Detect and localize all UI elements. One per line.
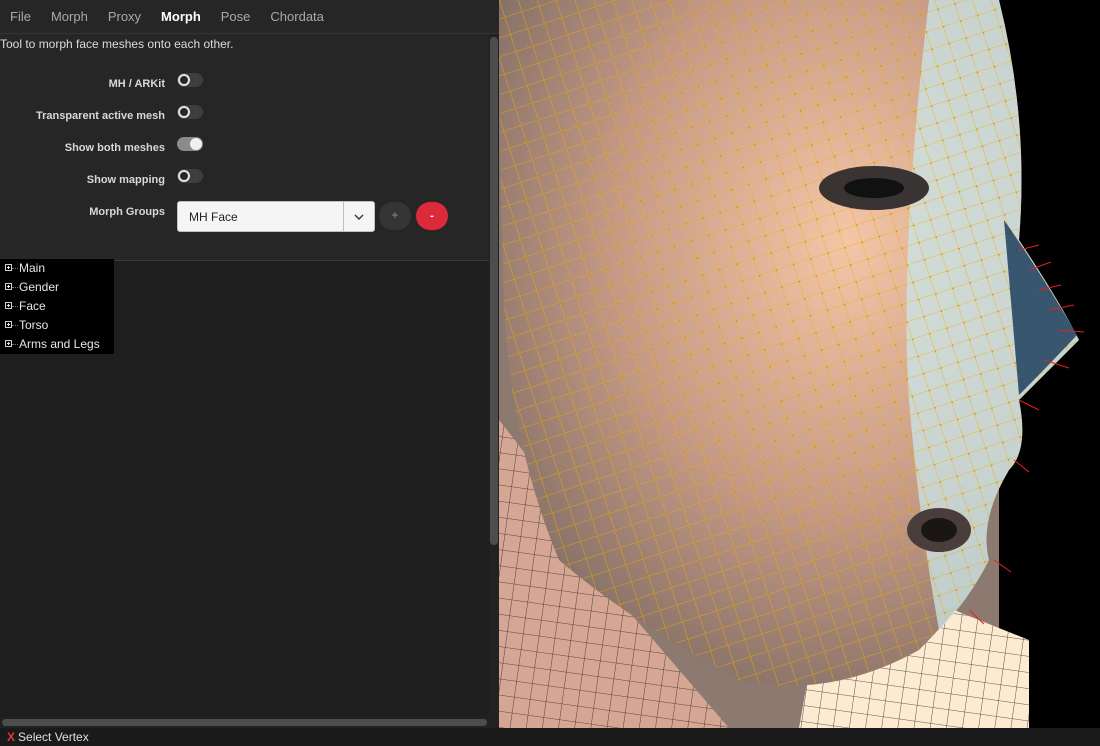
menu-proxy[interactable]: Proxy <box>98 9 151 24</box>
toggle-show-mapping[interactable] <box>177 169 203 183</box>
menu-chordata[interactable]: Chordata <box>260 9 333 24</box>
menu-bar: File Morph Proxy Morph Pose Chordata <box>0 0 499 34</box>
morph-groups-dropdown[interactable]: MH Face <box>177 201 375 232</box>
horizontal-scrollbar[interactable] <box>0 717 489 728</box>
expand-icon[interactable] <box>5 283 12 290</box>
remove-morph-group-button[interactable]: - <box>416 202 448 230</box>
left-pane: Tool to morph face meshes onto each othe… <box>0 34 499 728</box>
menu-pose[interactable]: Pose <box>211 9 261 24</box>
expand-icon[interactable] <box>5 340 12 347</box>
chevron-down-icon <box>354 214 364 220</box>
tree-connector <box>12 268 18 269</box>
dropdown-separator <box>343 202 344 231</box>
add-morph-group-button[interactable]: + <box>379 202 411 230</box>
settings-panel: Tool to morph face meshes onto each othe… <box>0 34 489 261</box>
vertical-scroll-thumb[interactable] <box>490 37 498 545</box>
tree-item-gender[interactable]: Gender <box>0 278 114 297</box>
menu-morph-active[interactable]: Morph <box>151 9 211 24</box>
menu-morph[interactable]: Morph <box>41 9 98 24</box>
x-mark-icon: X <box>7 730 16 744</box>
status-text: Select Vertex <box>18 730 89 744</box>
tree-item-label: Torso <box>19 318 49 332</box>
tree-item-label: Main <box>19 261 46 275</box>
toggle-knob <box>178 170 190 182</box>
expand-icon[interactable] <box>5 264 12 271</box>
toggle-knob <box>178 106 190 118</box>
tree-connector <box>12 287 18 288</box>
tool-description: Tool to morph face meshes onto each othe… <box>0 37 234 51</box>
tree-connector <box>12 306 18 307</box>
morph-groups-selected: MH Face <box>189 210 238 224</box>
category-tree: Main Gender Face Torso Arms and Legs <box>0 259 114 354</box>
toggle-transparent-active-mesh[interactable] <box>177 105 203 119</box>
toggle-label-show-mapping: Show mapping <box>86 174 165 186</box>
toggle-knob <box>178 74 190 86</box>
tree-item-face[interactable]: Face <box>0 297 114 316</box>
toggle-knob <box>190 138 202 150</box>
tree-item-arms-and-legs[interactable]: Arms and Legs <box>0 335 114 354</box>
tree-item-label: Gender <box>19 280 60 294</box>
toggle-label-show-both-meshes: Show both meshes <box>64 142 165 154</box>
tree-item-main[interactable]: Main <box>0 259 114 278</box>
morph-groups-label: Morph Groups <box>89 206 165 218</box>
status-bar: X Select Vertex <box>0 728 1100 746</box>
vertical-scrollbar[interactable] <box>489 34 499 728</box>
toggle-label-mh-arkit: MH / ARKit <box>108 78 165 90</box>
menu-file[interactable]: File <box>0 9 41 24</box>
tree-item-label: Face <box>19 299 46 313</box>
tree-item-label: Arms and Legs <box>19 337 100 351</box>
toggle-mh-arkit[interactable] <box>177 73 203 87</box>
toggle-label-transparent-active-mesh: Transparent active mesh <box>35 110 165 122</box>
3d-viewport[interactable] <box>499 0 1100 728</box>
face-mesh-render <box>499 0 1100 728</box>
horizontal-scroll-thumb[interactable] <box>2 719 487 726</box>
tree-connector <box>12 344 18 345</box>
tree-item-torso[interactable]: Torso <box>0 316 114 335</box>
expand-icon[interactable] <box>5 321 12 328</box>
toggle-show-both-meshes[interactable] <box>177 137 203 151</box>
expand-icon[interactable] <box>5 302 12 309</box>
tree-connector <box>12 325 18 326</box>
